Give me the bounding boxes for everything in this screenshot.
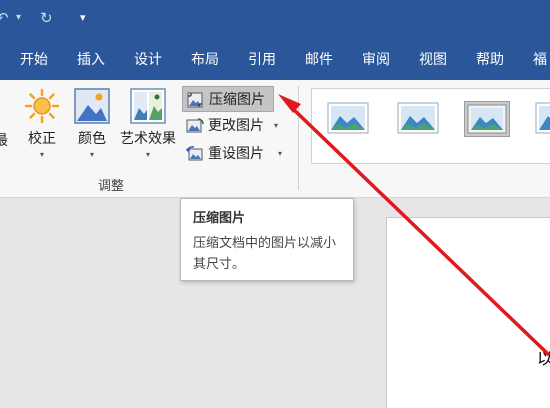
ribbon-tabs: 开始 插入 设计 布局 引用 邮件 审阅 视图 帮助 福 — [0, 40, 550, 80]
artistic-effects-label: 艺术效果 — [120, 131, 176, 147]
landscape-thumbnail-icon — [535, 102, 550, 134]
corrections-button[interactable]: 校正 ▾ — [22, 88, 62, 184]
tab-review[interactable]: 审阅 — [362, 40, 390, 80]
artistic-effects-icon — [130, 88, 166, 124]
change-picture-label: 更改图片 — [208, 118, 264, 134]
picture-styles-gallery — [311, 88, 550, 164]
document-text: 以 — [537, 349, 550, 368]
chevron-down-icon: ▾ — [39, 150, 44, 159]
adjust-group-label: 调整 — [98, 179, 125, 194]
picture-style-thumb[interactable] — [534, 101, 550, 135]
picture-style-thumb-selected[interactable] — [464, 101, 510, 137]
tab-design[interactable]: 设计 — [134, 40, 162, 80]
compress-pictures-button[interactable]: 压缩图片 — [182, 86, 274, 112]
tab-home[interactable]: 开始 — [20, 40, 48, 80]
color-label: 颜色 — [78, 131, 106, 147]
landscape-thumbnail-icon — [397, 102, 439, 134]
tab-references[interactable]: 引用 — [248, 40, 276, 80]
artistic-effects-button[interactable]: 艺术效果 ▾ — [116, 88, 180, 184]
undo-icon[interactable]: ↶ — [0, 8, 9, 28]
group-divider — [298, 86, 299, 190]
tab-insert[interactable]: 插入 — [77, 40, 105, 80]
tab-view[interactable]: 视图 — [419, 40, 447, 80]
reset-picture-icon — [186, 146, 203, 161]
tooltip-body: 压缩文档中的图片以减小其尺寸。 — [193, 236, 337, 272]
tab-layout[interactable]: 布局 — [191, 40, 219, 80]
tab-help[interactable]: 帮助 — [476, 40, 504, 80]
change-picture-button[interactable]: 更改图片 ▾ — [182, 113, 292, 139]
compress-pictures-label: 压缩图片 — [209, 92, 265, 108]
undo-dropdown[interactable]: ▾ — [16, 8, 21, 28]
change-picture-icon — [186, 118, 204, 133]
title-bar: ↶ ▾ ↻ ▾ — [0, 0, 550, 40]
redo-icon[interactable]: ↻ — [40, 8, 53, 28]
tab-mailings[interactable]: 邮件 — [305, 40, 333, 80]
reset-picture-label: 重设图片 — [208, 146, 264, 162]
color-button[interactable]: 颜色 ▾ — [72, 88, 112, 184]
reset-picture-button[interactable]: 重设图片 ▾ — [182, 141, 292, 167]
chevron-down-icon: ▾ — [145, 150, 150, 159]
picture-style-thumb[interactable] — [396, 101, 440, 135]
chevron-down-icon[interactable]: ▾ — [274, 113, 278, 139]
sun-icon — [24, 88, 60, 124]
landscape-thumbnail-icon — [327, 102, 369, 134]
landscape-thumbnail-icon — [467, 104, 507, 134]
chevron-down-icon: ▾ — [89, 150, 94, 159]
customize-toolbar-button[interactable]: ▾ — [80, 8, 86, 28]
document-page[interactable] — [386, 217, 550, 408]
picture-style-thumb[interactable] — [326, 101, 370, 135]
compress-pictures-icon — [187, 92, 203, 108]
compress-pictures-tooltip: 压缩图片 压缩文档中的图片以减小其尺寸。 — [180, 198, 354, 281]
ribbon-panel: 最 校正 ▾ 颜色 ▾ 艺术效果 ▾ 压缩图片 更改图片 ▾ 重设图片 ▾ 调整 — [0, 80, 550, 198]
chevron-down-icon[interactable]: ▾ — [278, 141, 282, 167]
picture-color-icon — [74, 88, 110, 124]
tooltip-title: 压缩图片 — [193, 211, 246, 226]
tab-partial[interactable]: 福 — [533, 40, 547, 80]
corrections-label: 校正 — [28, 131, 56, 147]
partial-button-label[interactable]: 最 — [0, 130, 8, 150]
